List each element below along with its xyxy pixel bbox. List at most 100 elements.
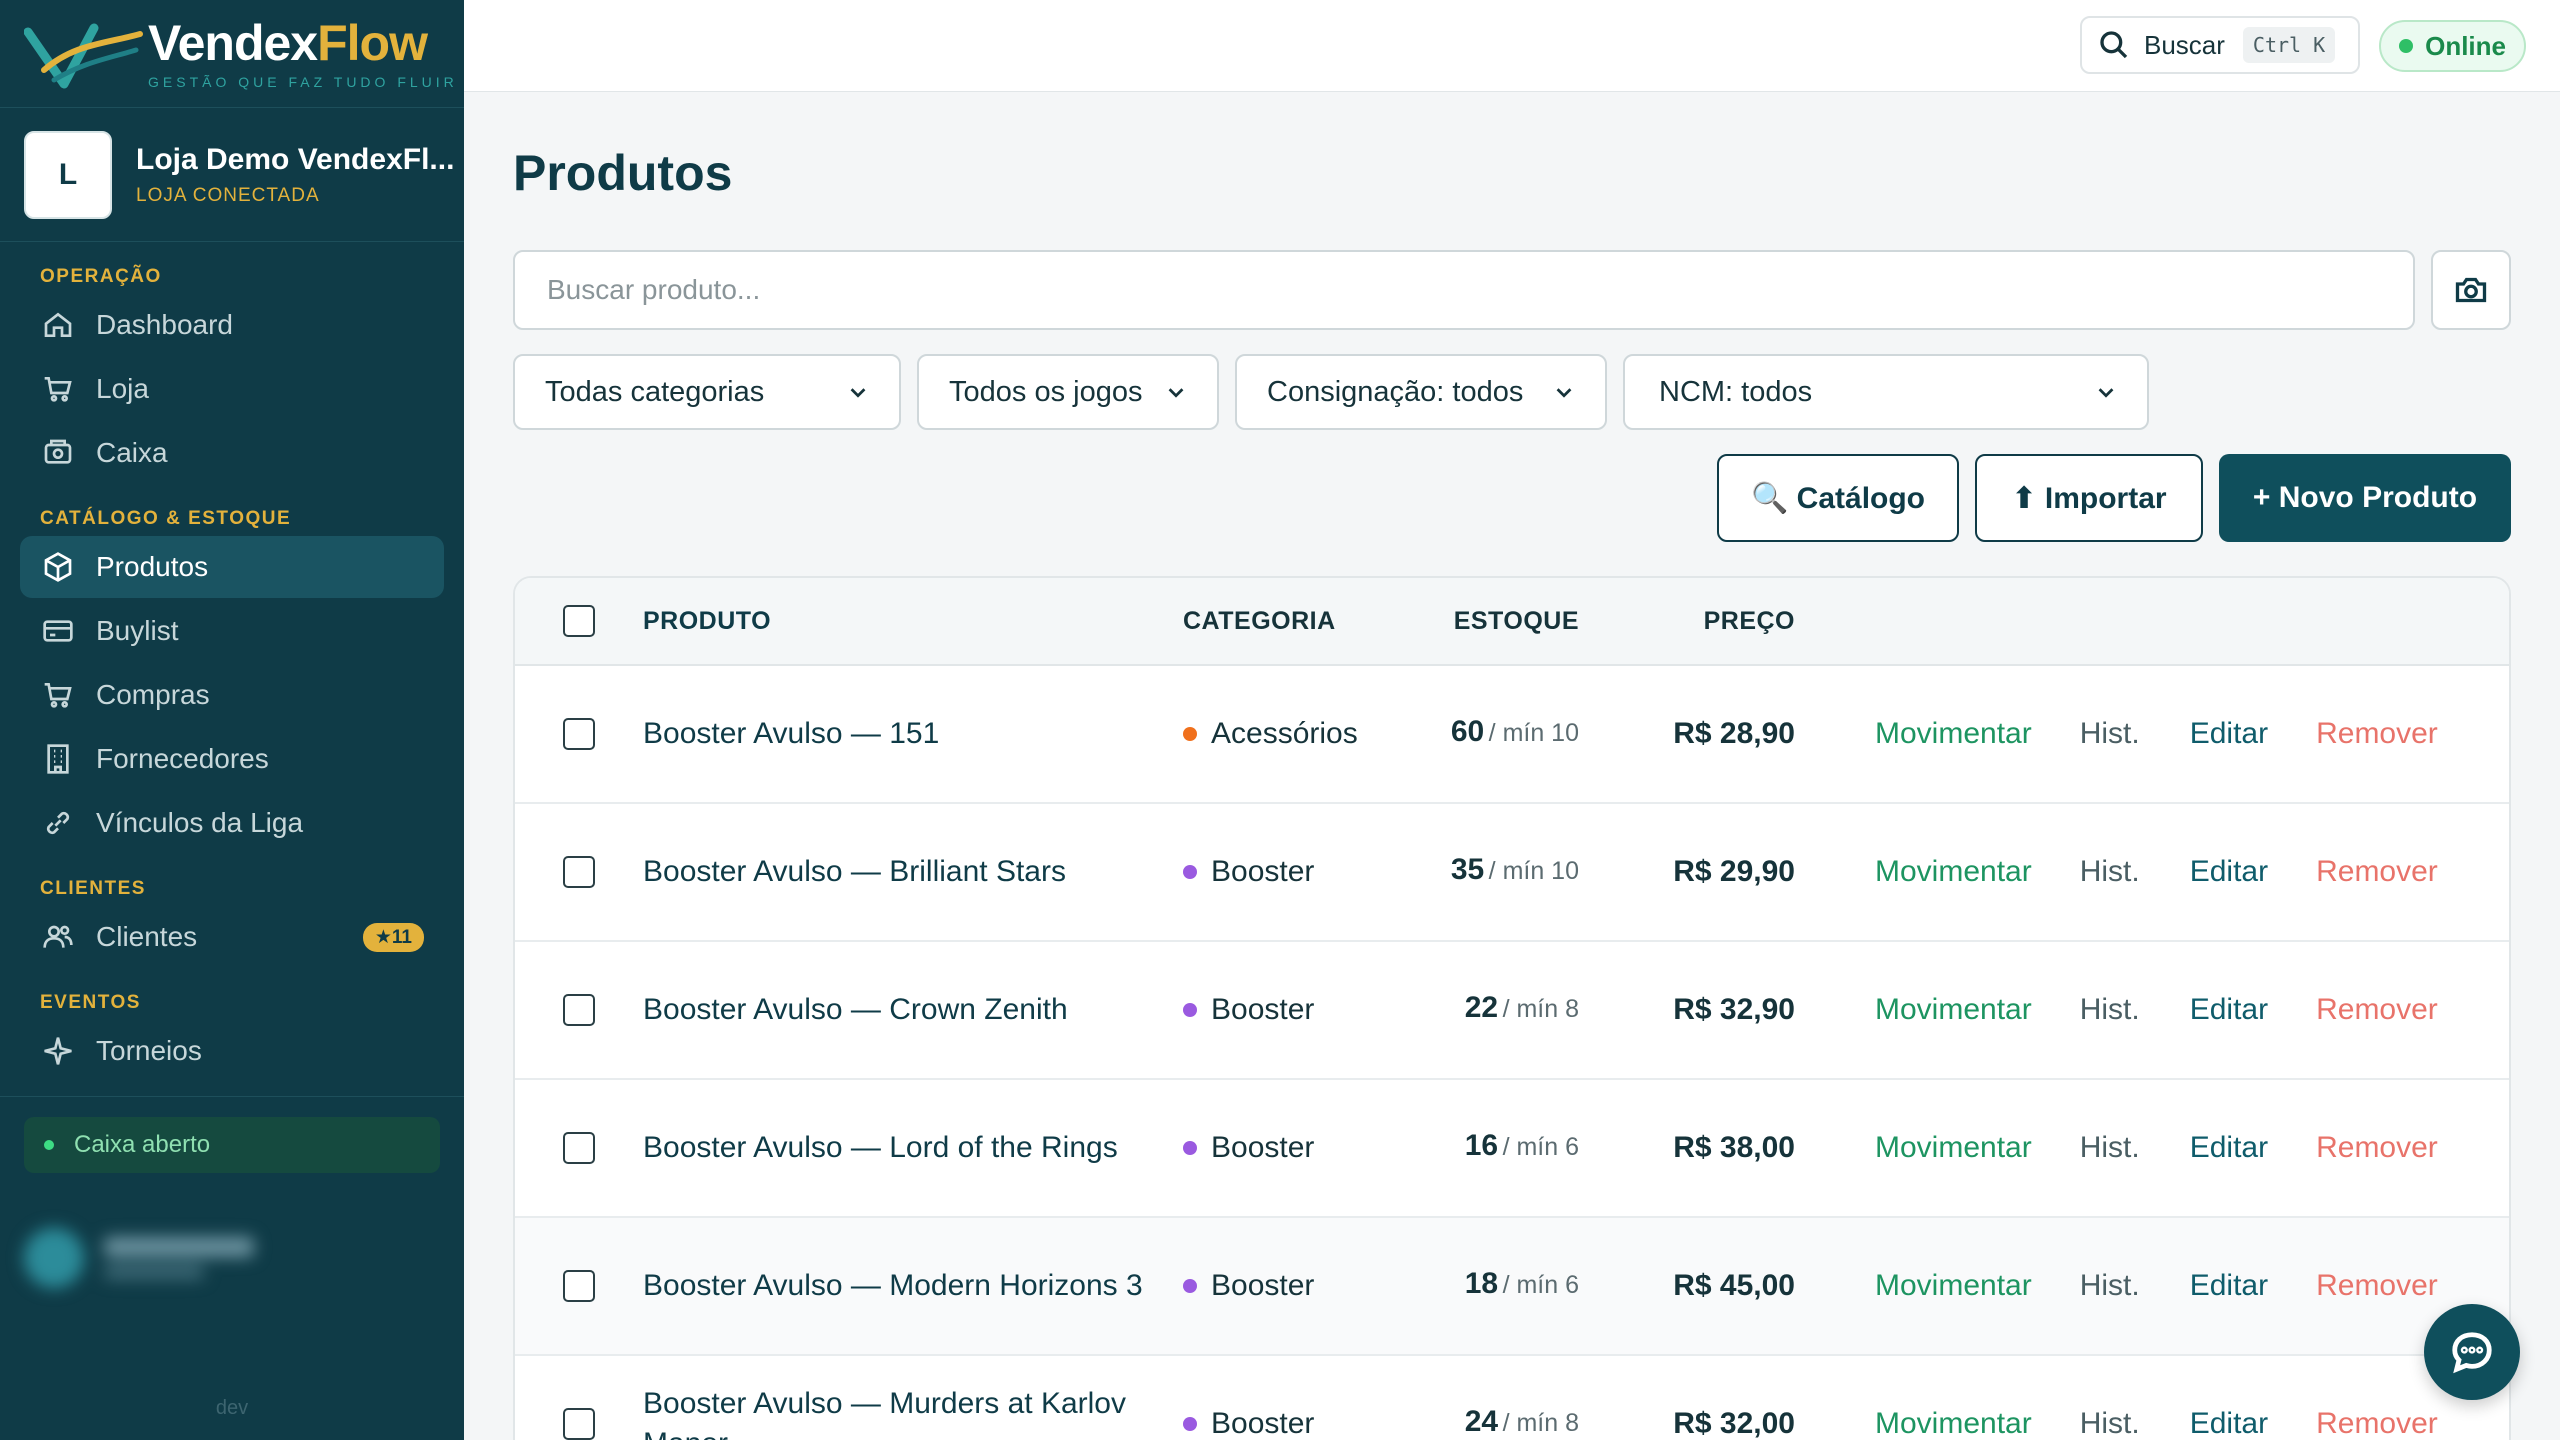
new-product-button[interactable]: + Novo Produto: [2219, 454, 2511, 542]
brand-tagline: GESTÃO QUE FAZ TUDO FLUIR: [148, 73, 458, 90]
row-checkbox[interactable]: [563, 1270, 595, 1302]
remove-link[interactable]: Remover: [2316, 855, 2438, 889]
move-stock-link[interactable]: Movimentar: [1875, 1407, 2032, 1440]
move-stock-link[interactable]: Movimentar: [1875, 717, 2032, 751]
sidebar-item-fornecedores[interactable]: Fornecedores: [20, 728, 444, 790]
sidebar-item-loja[interactable]: Loja: [20, 358, 444, 420]
sidebar-item-buylist[interactable]: Buylist: [20, 600, 444, 662]
sidebar-item-label: Produtos: [96, 551, 209, 582]
history-link[interactable]: Hist.: [2080, 717, 2140, 751]
brand-name: VendexFlow: [148, 14, 428, 71]
header-price[interactable]: PREÇO: [1579, 607, 1795, 636]
category-filter-select[interactable]: Todas categorias: [513, 354, 901, 430]
remove-link[interactable]: Remover: [2316, 1131, 2438, 1165]
remove-link[interactable]: Remover: [2316, 1407, 2438, 1440]
store-switcher[interactable]: L Loja Demo VendexFl... LOJA CONECTADA: [0, 108, 464, 242]
sidebar-item-compras[interactable]: Compras: [20, 664, 444, 726]
move-stock-link[interactable]: Movimentar: [1875, 855, 2032, 889]
table-row: Booster Avulso — Lord of the Rings Boost…: [515, 1080, 2509, 1218]
chat-support-button[interactable]: [2424, 1304, 2520, 1400]
sidebar-item-produtos[interactable]: Produtos: [20, 536, 444, 598]
cart-icon: [40, 677, 76, 713]
import-button[interactable]: ⬆ Importar: [1975, 454, 2203, 542]
game-filter-select[interactable]: Todos os jogos: [917, 354, 1219, 430]
sidebar-item-label: Fornecedores: [96, 743, 269, 774]
product-stock: 24 / mín 8: [1464, 1404, 1579, 1438]
header-product[interactable]: PRODUTO: [643, 601, 1183, 641]
edit-link[interactable]: Editar: [2190, 993, 2268, 1027]
search-shortcut: Ctrl K: [2242, 27, 2336, 63]
avatar: [24, 1228, 84, 1288]
history-link[interactable]: Hist.: [2080, 1407, 2140, 1440]
ncm-filter-select[interactable]: NCM: todos: [1623, 354, 2149, 430]
building-icon: [40, 741, 76, 777]
cash-status[interactable]: Caixa aberto: [24, 1117, 440, 1173]
brand-logo[interactable]: VendexFlow GESTÃO QUE FAZ TUDO FLUIR: [0, 0, 464, 108]
product-search-input[interactable]: [513, 250, 2415, 330]
product-category: Booster: [1183, 993, 1423, 1027]
header-stock[interactable]: ESTOQUE: [1423, 601, 1579, 641]
consignment-filter-select[interactable]: Consignação: todos: [1235, 354, 1607, 430]
history-link[interactable]: Hist.: [2080, 1269, 2140, 1303]
product-stock: 22 / mín 8: [1464, 990, 1579, 1024]
select-all-checkbox[interactable]: [563, 605, 595, 637]
sidebar-item-label: Loja: [96, 373, 149, 404]
history-link[interactable]: Hist.: [2080, 855, 2140, 889]
row-checkbox[interactable]: [563, 1132, 595, 1164]
move-stock-link[interactable]: Movimentar: [1875, 1131, 2032, 1165]
store-name: Loja Demo VendexFl...: [136, 142, 455, 176]
online-dot: [2399, 39, 2414, 53]
global-search-button[interactable]: Buscar Ctrl K: [2080, 16, 2360, 74]
product-name[interactable]: Booster Avulso — Lord of the Rings: [643, 1128, 1183, 1168]
product-price: R$ 32,90: [1673, 993, 1795, 1026]
catalog-button[interactable]: 🔍 Catálogo: [1717, 454, 1959, 542]
connection-status-label: Online: [2425, 30, 2506, 61]
product-name[interactable]: Booster Avulso — 151: [643, 714, 1183, 754]
box-icon: [40, 549, 76, 585]
remove-link[interactable]: Remover: [2316, 717, 2438, 751]
history-link[interactable]: Hist.: [2080, 1131, 2140, 1165]
sidebar-divider: [0, 1096, 464, 1097]
camera-scan-button[interactable]: [2431, 250, 2511, 330]
product-category: Booster: [1183, 855, 1423, 889]
row-checkbox[interactable]: [563, 856, 595, 888]
category-dot: [1183, 727, 1197, 741]
topbar: Buscar Ctrl K Online: [464, 0, 2560, 92]
product-name[interactable]: Booster Avulso — Crown Zenith: [643, 990, 1183, 1030]
connection-status-badge: Online: [2379, 20, 2526, 72]
edit-link[interactable]: Editar: [2190, 1131, 2268, 1165]
product-stock: 35 / mín 10: [1450, 852, 1579, 886]
environment-label: dev: [215, 1397, 249, 1419]
category-dot: [1183, 1417, 1197, 1431]
sidebar-item-caixa[interactable]: Caixa: [20, 422, 444, 484]
product-price: R$ 45,00: [1673, 1269, 1795, 1302]
product-name[interactable]: Booster Avulso — Modern Horizons 3: [643, 1266, 1183, 1306]
remove-link[interactable]: Remover: [2316, 993, 2438, 1027]
edit-link[interactable]: Editar: [2190, 1269, 2268, 1303]
sidebar-item-dashboard[interactable]: Dashboard: [20, 294, 444, 356]
history-link[interactable]: Hist.: [2080, 993, 2140, 1027]
sidebar-item-torneios[interactable]: Torneios: [20, 1020, 444, 1082]
table-header: PRODUTO CATEGORIA ESTOQUE PREÇO: [515, 578, 2509, 666]
edit-link[interactable]: Editar: [2190, 1407, 2268, 1440]
row-checkbox[interactable]: [563, 994, 595, 1026]
table-row: Booster Avulso — Crown Zenith Booster 22…: [515, 942, 2509, 1080]
product-name[interactable]: Booster Avulso — Brilliant Stars: [643, 852, 1183, 892]
sidebar-item-clientes[interactable]: Clientes ★11: [20, 906, 444, 968]
edit-link[interactable]: Editar: [2190, 717, 2268, 751]
sidebar-item-label: Caixa: [96, 437, 168, 468]
card-icon: [40, 613, 76, 649]
row-checkbox[interactable]: [563, 718, 595, 750]
row-checkbox[interactable]: [563, 1408, 595, 1440]
user-profile-blurred[interactable]: [24, 1223, 440, 1293]
header-category[interactable]: CATEGORIA: [1183, 607, 1423, 636]
move-stock-link[interactable]: Movimentar: [1875, 993, 2032, 1027]
products-table: PRODUTO CATEGORIA ESTOQUE PREÇO Booster …: [513, 576, 2511, 1440]
chevron-down-icon: [2098, 388, 2114, 398]
move-stock-link[interactable]: Movimentar: [1875, 1269, 2032, 1303]
remove-link[interactable]: Remover: [2316, 1269, 2438, 1303]
edit-link[interactable]: Editar: [2190, 855, 2268, 889]
product-stock: 60 / mín 10: [1450, 714, 1579, 748]
sidebar-item-vinculos-da-liga[interactable]: Vínculos da Liga: [20, 792, 444, 854]
product-name[interactable]: Booster Avulso — Murders at Karlov Manor: [643, 1384, 1183, 1440]
